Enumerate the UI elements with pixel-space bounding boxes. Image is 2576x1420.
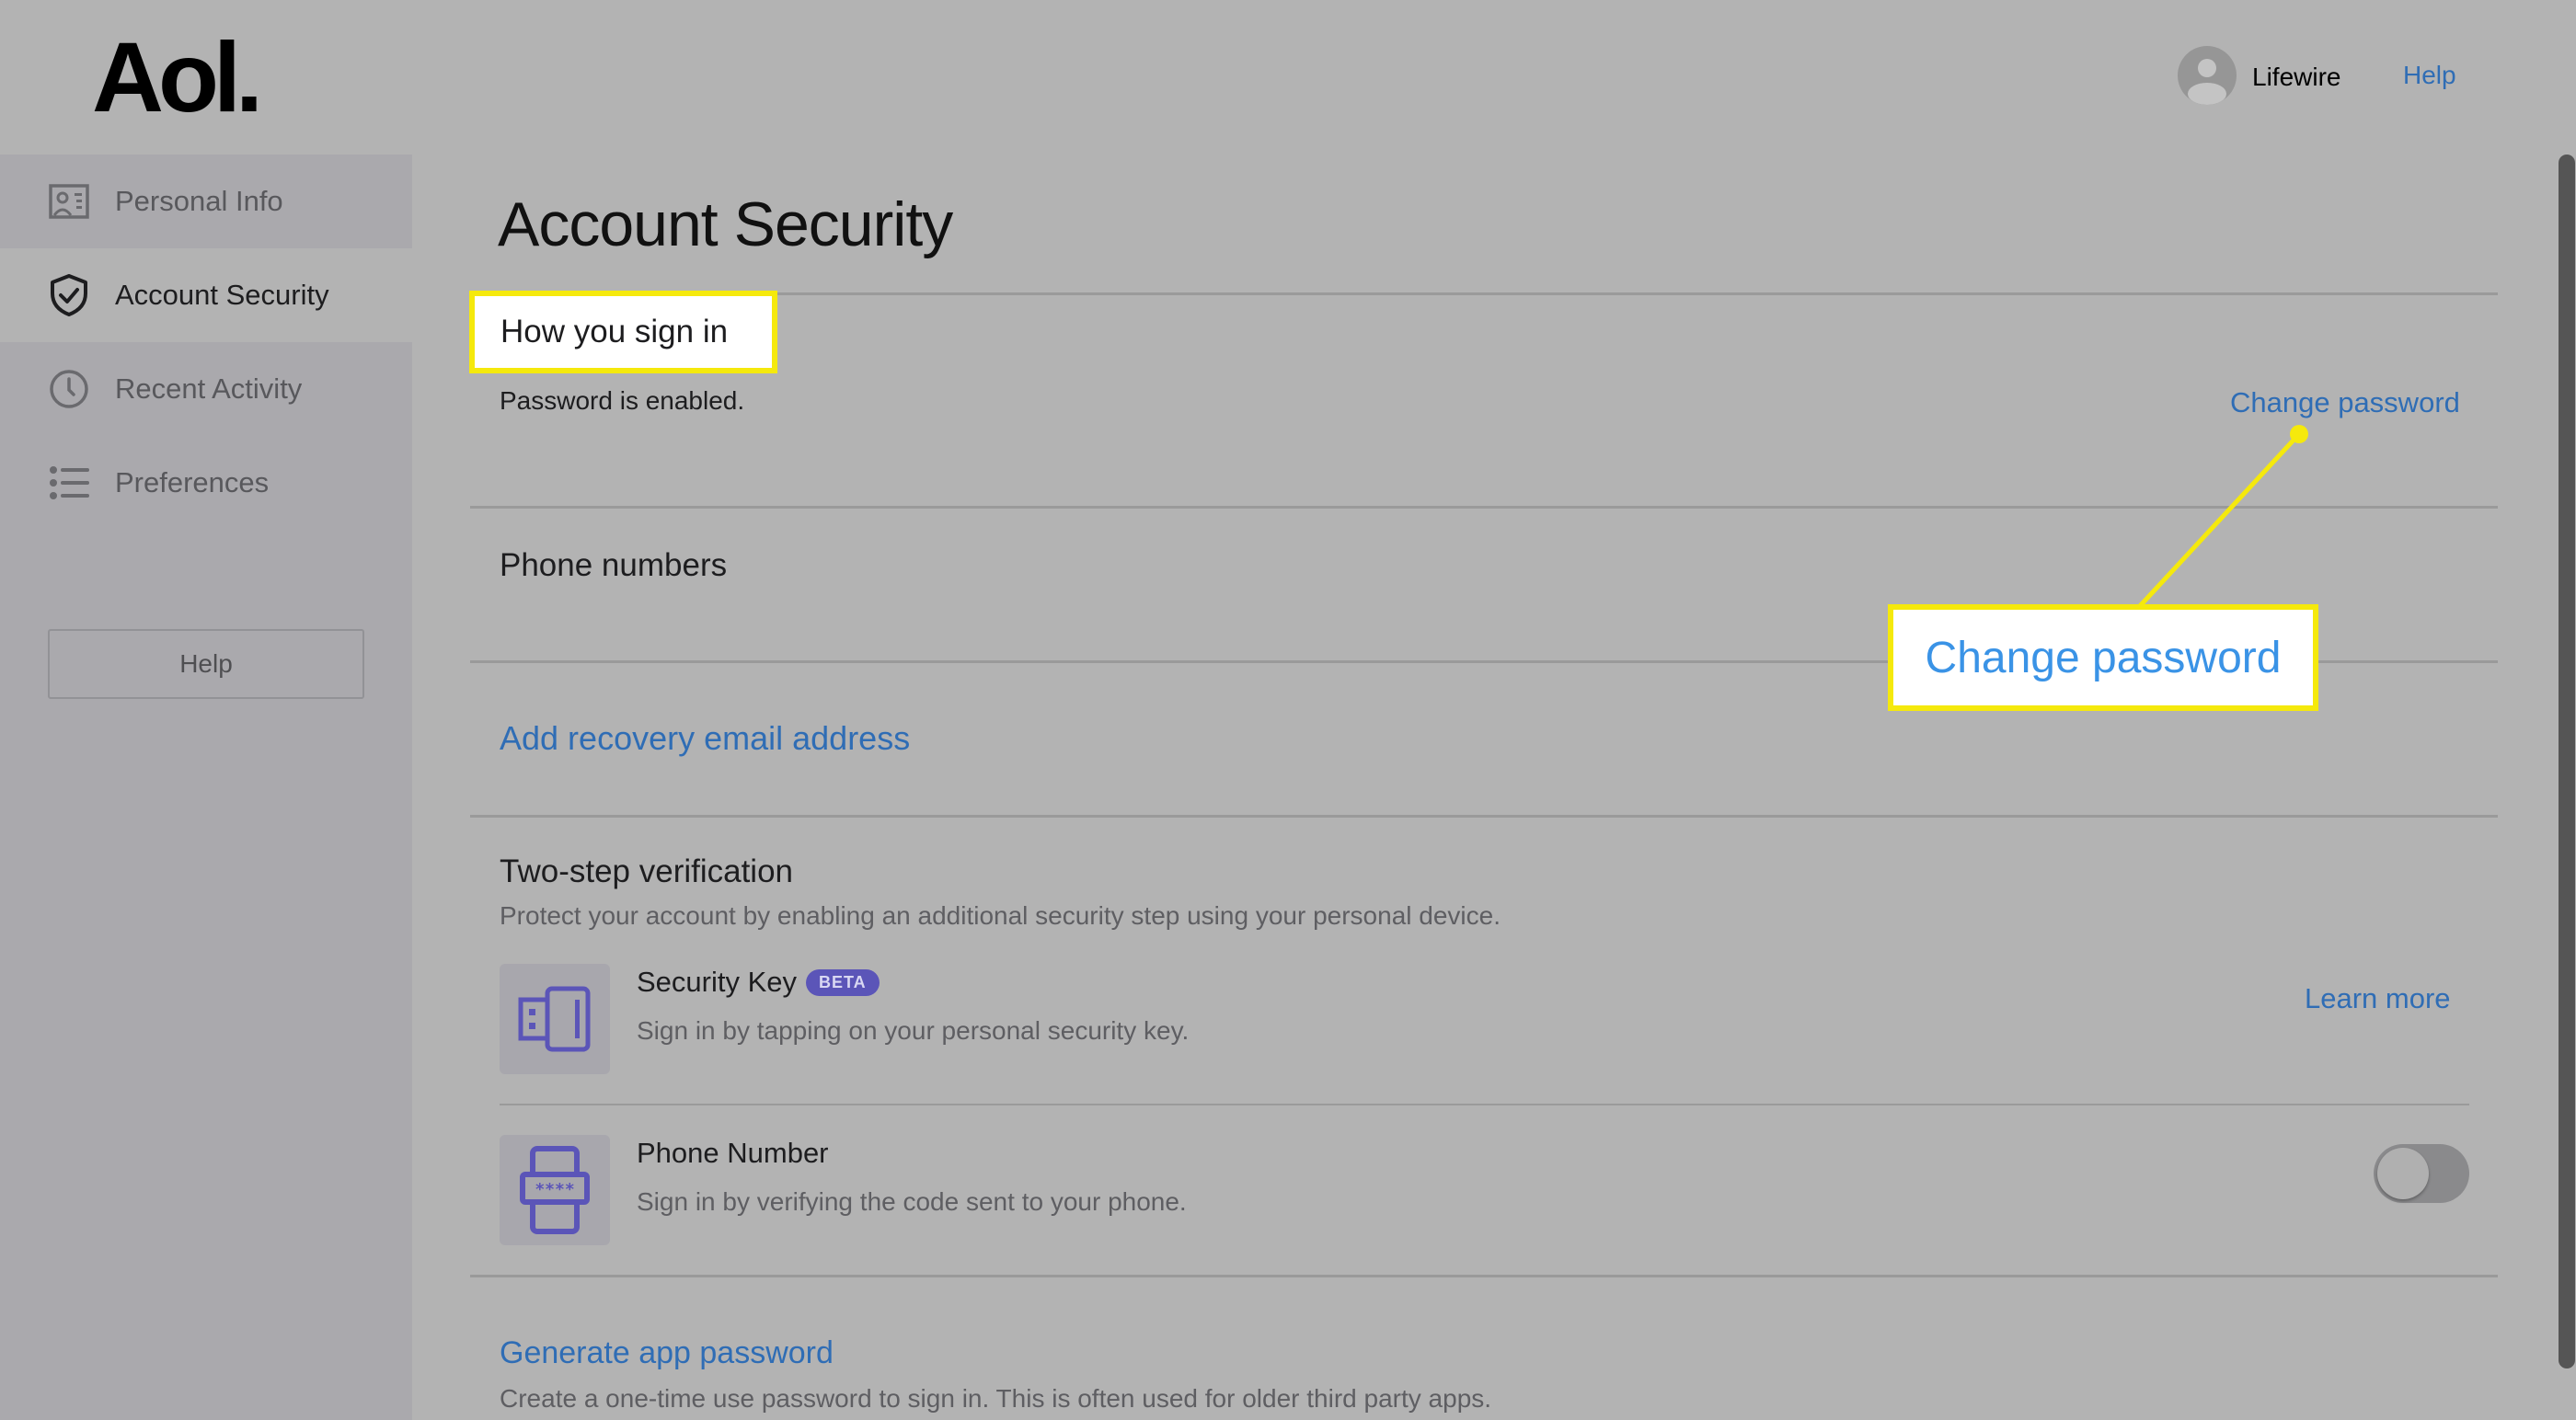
scrollbar-thumb[interactable] — [2559, 155, 2575, 1368]
callout-dot — [2290, 425, 2308, 443]
callout-line — [2137, 432, 2301, 609]
change-password-callout: Change password — [1888, 604, 2318, 711]
